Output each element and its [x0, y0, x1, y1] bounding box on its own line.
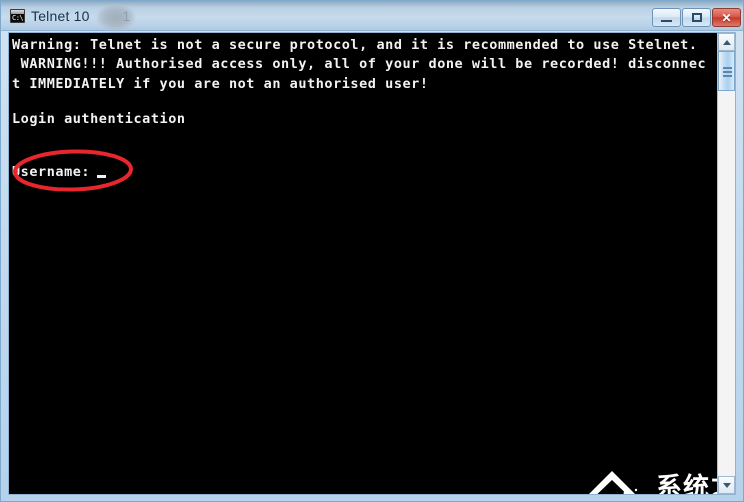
- grip-line: [723, 75, 732, 77]
- minimize-icon: [653, 9, 680, 26]
- maximize-button[interactable]: [682, 8, 711, 27]
- chevron-down-icon: [722, 482, 731, 488]
- close-icon: ✕: [721, 10, 732, 25]
- scrollbar-thumb[interactable]: [718, 51, 735, 91]
- site-watermark: 系统之家 XITONGZHIJIA.NET: [574, 461, 719, 494]
- scrollbar-track[interactable]: [718, 51, 735, 476]
- close-button[interactable]: ✕: [712, 8, 741, 27]
- redacted-ip-blur: [97, 4, 135, 31]
- scroll-down-button[interactable]: [718, 476, 735, 494]
- terminal-line: t IMMEDIATELY if you are not an authoris…: [12, 76, 429, 92]
- grip-line: [723, 71, 732, 73]
- grip-line: [723, 67, 732, 69]
- terminal-line: Warning: Telnet is not a secure protocol…: [12, 37, 698, 53]
- client-area: Warning: Telnet is not a secure protocol…: [8, 32, 736, 495]
- vertical-scrollbar[interactable]: [717, 33, 735, 494]
- watermark-chinese-text: 系统之家: [656, 473, 719, 494]
- console-icon: C:\: [10, 9, 25, 23]
- username-prompt: Username:: [12, 164, 91, 180]
- maximize-icon: [683, 9, 710, 26]
- house-logo: [589, 471, 638, 494]
- scroll-up-button[interactable]: [718, 33, 735, 51]
- text-cursor: [97, 175, 106, 178]
- chevron-up-icon: [722, 39, 731, 45]
- minimize-button[interactable]: [652, 8, 681, 27]
- console-icon-glyph: C:\: [12, 14, 24, 22]
- terminal-line: Login authentication: [12, 111, 186, 127]
- telnet-window: C:\ Telnet 10 1 ✕ Warning: Telnet is not…: [0, 0, 744, 502]
- terminal-output[interactable]: Warning: Telnet is not a secure protocol…: [9, 33, 719, 494]
- title-bar[interactable]: C:\ Telnet 10 1 ✕: [1, 1, 743, 31]
- terminal-line: WARNING!!! Authorised access only, all o…: [12, 56, 707, 72]
